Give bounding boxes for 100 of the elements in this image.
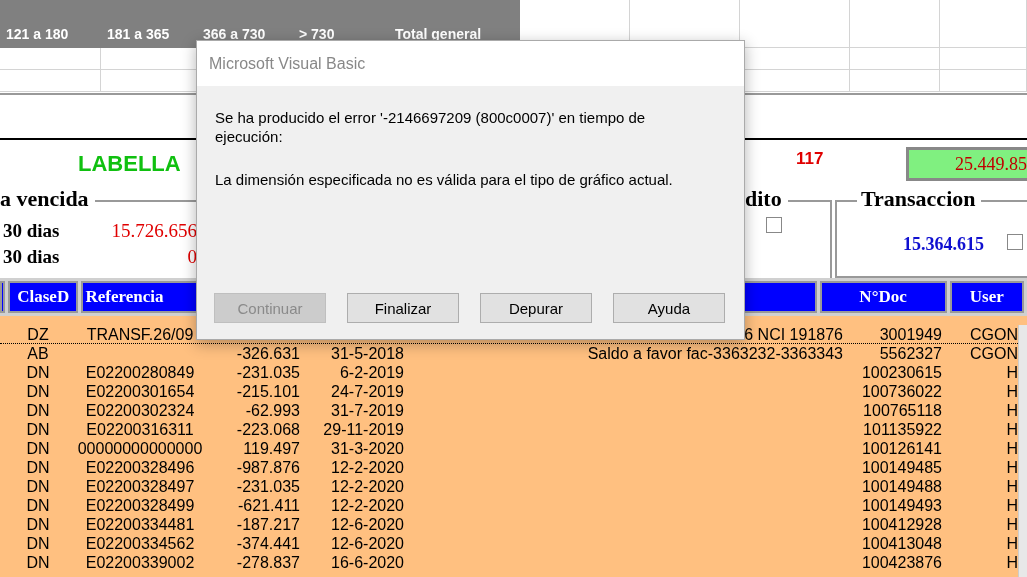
table-cell-text: DN bbox=[25, 552, 51, 572]
table-row[interactable]: DN E02200334562 -374.441 12-6-2020 100413048 H bbox=[0, 534, 1018, 553]
table-cell-text: 16-6-2020 bbox=[330, 552, 404, 572]
amount-value: 15.726.656 bbox=[111, 220, 197, 242]
period-label: 30 dias bbox=[2, 246, 60, 268]
spreadsheet-cell[interactable] bbox=[940, 48, 1027, 70]
table-row[interactable]: DN 00000000000000 119.497 31-3-2020 100126141 H bbox=[0, 439, 1018, 458]
table-cell-text: DN bbox=[25, 514, 51, 534]
table-cell-text: 100230615 bbox=[860, 362, 942, 382]
table-cell-text: 100149493 bbox=[860, 495, 942, 515]
table-cell: 00000000000000 bbox=[76, 438, 204, 458]
table-cell-text: E02200328499 bbox=[84, 495, 196, 515]
column-header: ClaseD bbox=[8, 281, 79, 313]
table-cell-text: -278.837 bbox=[235, 552, 300, 572]
table-cell-text: 31-5-2018 bbox=[330, 343, 404, 363]
table-cell-text: 12-6-2020 bbox=[330, 514, 404, 534]
table-cell-text: 101135922 bbox=[862, 419, 942, 439]
table-cell-text: 31-7-2019 bbox=[330, 400, 404, 420]
table-cell-text: Saldo a favor fac-3363232-3363343 bbox=[586, 343, 843, 363]
table-row[interactable]: AB -326.631 31-5-2018 Saldo a favor fac-3363232-3363343 5562327 CGON bbox=[0, 344, 1018, 363]
table-cell-text: E02200316311 bbox=[85, 419, 195, 439]
table-cell-text: 3001949 bbox=[878, 324, 942, 344]
period-label: 30 dias bbox=[2, 220, 60, 242]
table-cell-text: H bbox=[1005, 438, 1018, 458]
table-cell-text: DN bbox=[25, 381, 51, 401]
table-row[interactable]: DN E02200301654 -215.101 24-7-2019 100736022 H bbox=[0, 382, 1018, 401]
table-cell-text: CGON bbox=[969, 343, 1018, 363]
table-cell-text: H bbox=[1005, 419, 1018, 439]
table-row[interactable]: DN E02200328496 -987.876 12-2-2020 100149485 H bbox=[0, 458, 1018, 477]
checkbox[interactable] bbox=[766, 217, 782, 233]
spreadsheet-cell[interactable] bbox=[850, 48, 940, 70]
spreadsheet-cell[interactable] bbox=[940, 70, 1027, 92]
column-header: 121 a 180 bbox=[5, 26, 70, 42]
table-cell-text: E02200339002 bbox=[84, 552, 196, 572]
scrollbar[interactable] bbox=[1018, 325, 1027, 577]
column-header: 181 a 365 bbox=[106, 26, 171, 42]
table-cell-text: H bbox=[1005, 457, 1018, 477]
table-cell-text: DN bbox=[25, 457, 51, 477]
table-cell-text: DN bbox=[25, 362, 51, 382]
error-message: Se ha producido el error '-2146697209 (800c0007)' en tiempo de ejecución: bbox=[215, 108, 647, 146]
table-row[interactable]: DN E02200339002 -278.837 16-6-2020 100423876 H bbox=[0, 553, 1018, 572]
table-cell-text: H bbox=[1005, 362, 1018, 382]
table-cell-text: H bbox=[1005, 533, 1018, 553]
table-row[interactable]: DN E02200334481 -187.217 12-6-2020 100412928 H bbox=[0, 515, 1018, 534]
table-cell-text: -231.035 bbox=[235, 476, 300, 496]
table-cell-text: H bbox=[1005, 381, 1018, 401]
table-cell-text: 100423876 bbox=[860, 552, 942, 572]
amount-value: 0 bbox=[187, 246, 197, 268]
spreadsheet-cell[interactable] bbox=[0, 70, 101, 92]
table-cell-text: H bbox=[1005, 552, 1018, 572]
table-row[interactable]: DN E02200316311 -223.068 29-11-2019 101135922 H bbox=[0, 420, 1018, 439]
table-cell-text: DN bbox=[25, 438, 51, 458]
spreadsheet-cell[interactable] bbox=[850, 70, 940, 92]
spreadsheet-cell[interactable] bbox=[940, 0, 1027, 48]
table-cell-text: DZ bbox=[26, 324, 50, 344]
table-cell-text: H bbox=[1005, 514, 1018, 534]
table-cell-text: E02200302324 bbox=[84, 400, 196, 420]
total-field: 25.449.85 bbox=[906, 147, 1027, 181]
table-cell-text: 24-7-2019 bbox=[330, 381, 404, 401]
table-cell-text: -62.993 bbox=[244, 400, 300, 420]
spreadsheet-cell[interactable] bbox=[0, 48, 101, 70]
error-message: La dimensión especificada no es válida para el tipo de gráfico actual. bbox=[215, 170, 674, 189]
table-cell-text: 12-2-2020 bbox=[330, 476, 404, 496]
table-cell-text: E02200334481 bbox=[84, 514, 196, 534]
column-header: > 730 bbox=[298, 26, 336, 42]
table-cell-text: 29-11-2019 bbox=[322, 419, 404, 439]
table-row[interactable]: DN E02200328499 -621.411 12-2-2020 100149493 H bbox=[0, 496, 1018, 515]
table-row[interactable]: DN E02200280849 -231.035 6-2-2019 100230615 H bbox=[0, 363, 1018, 382]
column-header: User bbox=[949, 281, 1024, 313]
checkbox[interactable] bbox=[1007, 234, 1023, 250]
table-cell-text: H bbox=[1005, 495, 1018, 515]
table-cell-text: -215.101 bbox=[235, 381, 300, 401]
table-cell-text: E02200328497 bbox=[84, 476, 196, 496]
table-cell-text: -326.631 bbox=[235, 343, 300, 363]
table-cell-text: -374.441 bbox=[235, 533, 300, 553]
table-row[interactable]: DN E02200302324 -62.993 31-7-2019 100765118 H bbox=[0, 401, 1018, 420]
table-cell-text: DN bbox=[25, 419, 51, 439]
client-name: LABELLA bbox=[78, 151, 182, 177]
table-cell-text: 6 NCI 191876 bbox=[743, 324, 843, 344]
column-header: Total general bbox=[394, 26, 483, 42]
table-cell-text: AB bbox=[26, 343, 50, 363]
table-cell-text: 100149485 bbox=[860, 457, 942, 477]
table-cell-text: H bbox=[1005, 400, 1018, 420]
spreadsheet-cell[interactable] bbox=[850, 0, 940, 48]
table-cell-text: 100412928 bbox=[860, 514, 942, 534]
table-cell-text: 6-2-2019 bbox=[338, 362, 404, 382]
column-header: N°Doc bbox=[819, 281, 947, 313]
table-cell-text: 12-2-2020 bbox=[330, 457, 404, 477]
table-cell-text: 100413048 bbox=[860, 533, 942, 553]
table-row[interactable]: DN E02200328497 -231.035 12-2-2020 100149488 H bbox=[0, 477, 1018, 496]
dialog-button[interactable]: Ayuda bbox=[613, 293, 725, 323]
table-cell-text: 119.497 bbox=[242, 438, 300, 458]
table-cell-text: DN bbox=[25, 400, 51, 420]
dialog-button[interactable]: Finalizar bbox=[347, 293, 459, 323]
dialog-button[interactable]: Depurar bbox=[480, 293, 592, 323]
table-cell-text: 12-2-2020 bbox=[330, 495, 404, 515]
count-label: 117 bbox=[796, 149, 825, 169]
table-cell-text: -987.876 bbox=[235, 457, 300, 477]
column-header: 366 a 730 bbox=[202, 26, 267, 42]
table-cell-text: E02200301654 bbox=[84, 381, 196, 401]
